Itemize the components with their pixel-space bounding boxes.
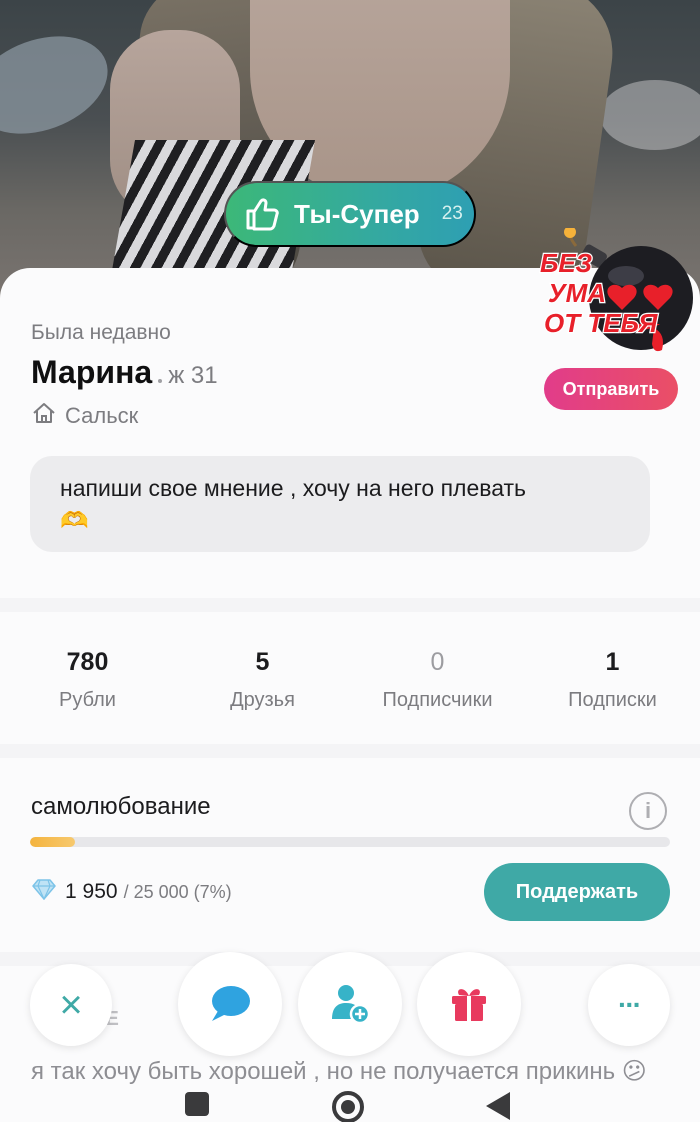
photo-background-leaf [600, 80, 700, 150]
name-row: Марина ж 31 [31, 354, 218, 391]
goal-current: 1 950 [65, 880, 118, 903]
stat-followers[interactable]: 0 Подписчики [350, 612, 525, 744]
bio-text: напиши свое мнение , хочу на него плеват… [60, 475, 527, 501]
sticker-line-3: ОТ ТЕБЯ [544, 308, 658, 338]
more-button[interactable]: ··· [588, 964, 670, 1046]
support-button[interactable]: Поддержать [484, 863, 670, 921]
city-row: Сальск [31, 400, 138, 431]
stat-following[interactable]: 1 Подписки [525, 612, 700, 744]
goal-total: / 25 000 (7%) [123, 881, 232, 902]
stat-label: Подписчики [382, 689, 493, 711]
goal-title: самолюбование [31, 793, 211, 820]
sticker-line-1: БЕЗ [540, 248, 592, 278]
send-sticker-button[interactable]: Отправить [544, 368, 678, 410]
goal-section: самолюбование i 1 950 / 25 000 (7%) Подд… [0, 758, 700, 952]
online-status: Была недавно [31, 321, 171, 344]
stat-value: 780 [66, 648, 109, 676]
like-label: Ты-Супер [294, 198, 420, 229]
home-icon [31, 400, 57, 431]
diamond-icon [31, 878, 57, 906]
user-age-sex: ж 31 [168, 362, 218, 389]
like-button[interactable]: Ты-Супер 23 [224, 181, 476, 247]
stat-label: Рубли [59, 689, 116, 711]
close-icon: × [59, 983, 83, 1027]
like-count: 23 [441, 203, 463, 224]
gift-button[interactable] [417, 952, 521, 1056]
goal-progress-bar [30, 837, 670, 847]
chat-bubble-icon [208, 983, 252, 1026]
bio-bubble: напиши свое мнение , хочу на него плеват… [30, 456, 650, 552]
heart-hands-icon: 🫶 [60, 507, 89, 533]
recent-apps-button[interactable] [183, 1090, 211, 1118]
goal-progress-fill [30, 837, 75, 847]
stat-friends[interactable]: 5 Друзья [175, 612, 350, 744]
stat-label: Подписки [568, 689, 657, 711]
stat-rubles[interactable]: 780 Рубли [0, 612, 175, 744]
gift-icon [448, 982, 490, 1027]
user-city: Сальск [65, 402, 139, 428]
bomb-sticker[interactable]: БЕЗ УМА ОТ ТЕБЯ [536, 226, 696, 378]
thumbs-up-icon [240, 192, 284, 236]
add-friend-icon [328, 981, 372, 1028]
goal-amount: 1 950 / 25 000 (7%) [31, 878, 232, 906]
sticker-line-2: УМА [548, 278, 606, 308]
stat-value: 0 [430, 648, 445, 676]
more-icon: ··· [618, 989, 642, 1020]
stats-row: 780 Рубли 5 Друзья 0 Подписчики 1 Подпис… [0, 612, 700, 744]
back-button[interactable] [484, 1090, 512, 1122]
add-friend-button[interactable] [298, 952, 402, 1056]
home-button[interactable] [330, 1090, 366, 1122]
stat-value: 5 [255, 648, 270, 676]
next-section-text: я так хочу быть хорошей , но не получает… [31, 1058, 647, 1085]
photo-background-leaf [0, 18, 122, 152]
system-nav-bar [0, 1088, 700, 1122]
stat-value: 1 [605, 648, 620, 676]
separator-dot [158, 379, 163, 383]
info-icon[interactable]: i [629, 792, 667, 830]
profile-card: Была недавно Марина ж 31 Сальск БЕЗ УМА … [0, 226, 700, 598]
user-name: Марина [31, 354, 153, 390]
message-button[interactable] [178, 952, 282, 1056]
close-button[interactable]: × [30, 964, 112, 1046]
stat-label: Друзья [230, 689, 295, 711]
